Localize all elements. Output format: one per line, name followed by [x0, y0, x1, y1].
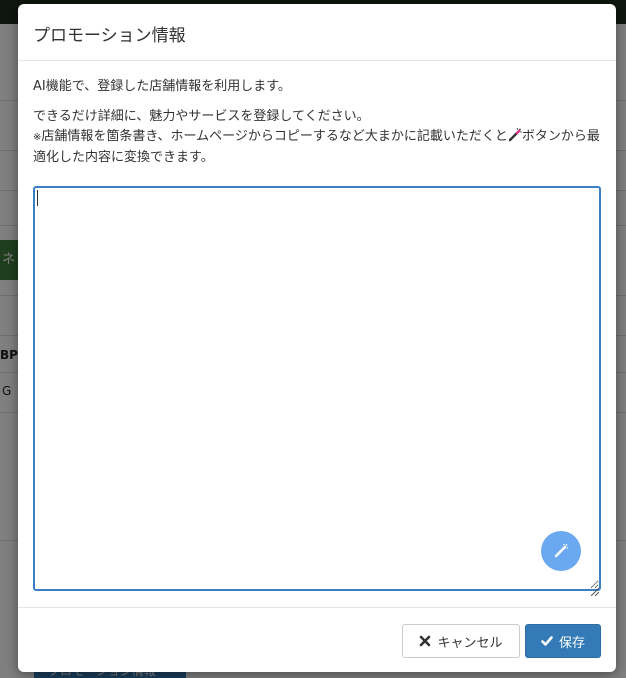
modal-title: プロモーション情報 [33, 26, 186, 46]
cancel-button-label: キャンセル [437, 635, 503, 651]
resize-handle-icon[interactable] [590, 581, 600, 597]
save-button-label: 保存 [558, 635, 585, 651]
modal-header: プロモーション情報 [18, 4, 616, 61]
magic-wand-icon [508, 128, 522, 142]
note-text-1: 店舗情報を箇条書き、ホームページからコピーするなど大まかに記載いただくと [41, 129, 508, 144]
detail-instruction: できるだけ詳細に、魅力やサービスを登録してください。 [33, 109, 370, 124]
magic-wand-icon [553, 543, 569, 559]
ai-optimize-button[interactable] [541, 531, 581, 571]
ai-description: AI機能で、登録した店舗情報を利用します。 [33, 79, 291, 94]
note-text: ※店舗情報を箇条書き、ホームページからコピーするなど大まかに記載いただくと ボタン… [33, 127, 601, 168]
promotion-info-modal: プロモーション情報 AI機能で、登録した店舗情報を利用します。 できるだけ詳細に… [18, 4, 616, 672]
modal-footer: キャンセル 保存 [18, 607, 616, 672]
check-icon [541, 635, 553, 647]
close-icon [419, 635, 431, 647]
save-button[interactable]: 保存 [525, 624, 601, 658]
text-caret [37, 190, 38, 206]
modal-body: AI機能で、登録した店舗情報を利用します。 できるだけ詳細に、魅力やサービスを登… [18, 61, 616, 607]
cancel-button[interactable]: キャンセル [402, 624, 520, 658]
promotion-textarea[interactable] [33, 186, 601, 591]
